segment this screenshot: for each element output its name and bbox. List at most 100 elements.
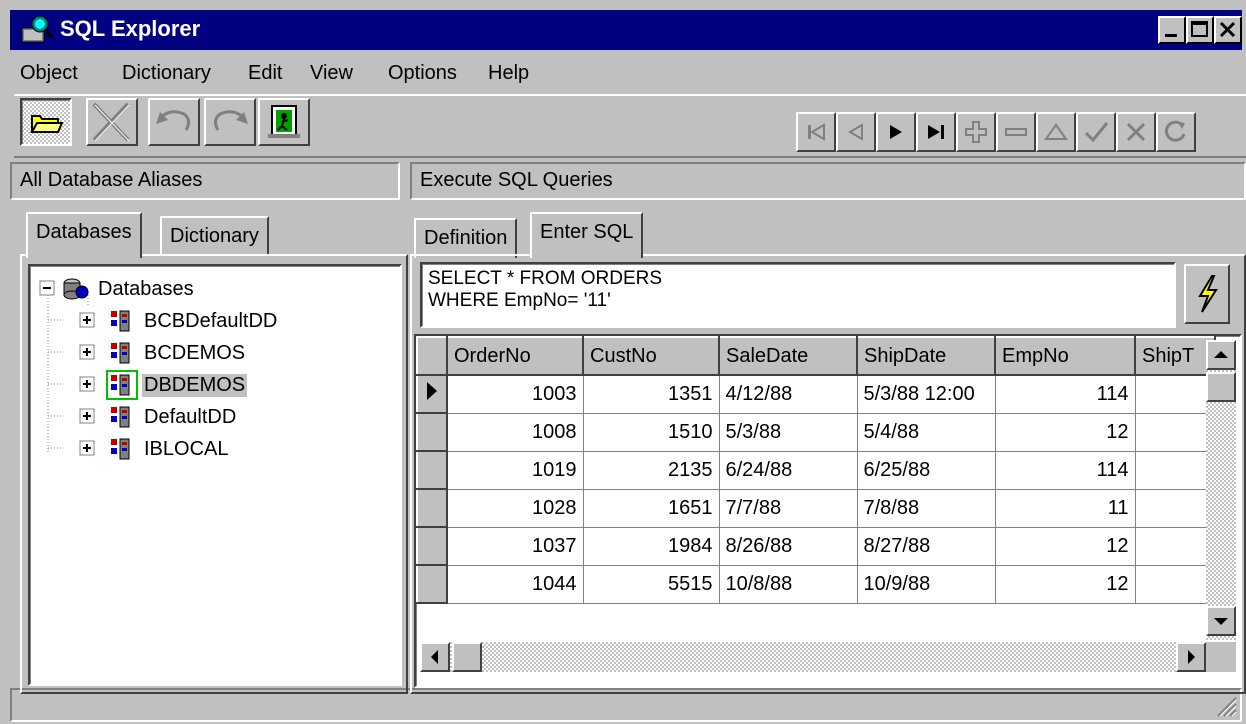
cell[interactable]: 1984	[583, 527, 720, 566]
cell[interactable]: 1037	[447, 527, 584, 566]
sql-editor[interactable]: SELECT * FROM ORDERS WHERE EmpNo= '11'	[420, 262, 1176, 328]
column-header[interactable]: CustNo	[582, 336, 720, 376]
cell[interactable]	[1135, 451, 1216, 490]
cell[interactable]: 1044	[447, 565, 584, 604]
nav-cancel-button[interactable]	[1116, 112, 1156, 152]
exit-button[interactable]	[258, 98, 310, 146]
row-indicator[interactable]	[416, 564, 448, 604]
table-row[interactable]: 1037 1984 8/26/88 8/27/88 12	[416, 526, 1216, 566]
cell[interactable]	[1135, 527, 1216, 566]
table-row[interactable]: 1044 5515 10/8/88 10/9/88 12	[416, 564, 1216, 604]
cell[interactable]: 6/24/88	[719, 451, 858, 490]
expand-plus-icon[interactable]	[78, 439, 98, 459]
tree-item[interactable]: BCBDefaultDD	[78, 306, 279, 336]
cell[interactable]: 5/4/88	[857, 413, 996, 452]
scroll-down-button[interactable]	[1206, 606, 1236, 636]
table-row[interactable]: 1003 1351 4/12/88 5/3/88 12:00 114	[416, 374, 1216, 414]
sql-explorer-app-icon[interactable]	[20, 14, 54, 46]
cell[interactable]	[1135, 565, 1216, 604]
row-indicator[interactable]	[416, 374, 448, 414]
cell[interactable]: 5/3/88	[719, 413, 858, 452]
table-row[interactable]: 1008 1510 5/3/88 5/4/88 12	[416, 412, 1216, 452]
menu-edit[interactable]: Edit	[248, 62, 282, 85]
cell[interactable]: 10/8/88	[719, 565, 858, 604]
nav-first-button[interactable]	[796, 112, 836, 152]
cell[interactable]: 11	[995, 489, 1136, 528]
table-row[interactable]: 1028 1651 7/7/88 7/8/88 11	[416, 488, 1216, 528]
results-grid[interactable]: OrderNo CustNo SaleDate ShipDate EmpNo S…	[414, 334, 1242, 688]
column-header[interactable]: EmpNo	[994, 336, 1136, 376]
cell[interactable]: 12	[995, 413, 1136, 452]
cell[interactable]: 5515	[583, 565, 720, 604]
cell[interactable]: 1003	[447, 375, 584, 414]
expand-plus-icon[interactable]	[78, 407, 98, 427]
cell[interactable]	[1135, 489, 1216, 528]
tab-dictionary[interactable]: Dictionary	[160, 216, 269, 256]
cell[interactable]: 7/7/88	[719, 489, 858, 528]
menu-options[interactable]: Options	[388, 62, 457, 85]
nav-refresh-button[interactable]	[1156, 112, 1196, 152]
tree-item-selected[interactable]: DBDEMOS	[78, 370, 248, 400]
expand-plus-icon[interactable]	[78, 343, 98, 363]
execute-query-button[interactable]	[1184, 264, 1230, 324]
menu-help[interactable]: Help	[488, 62, 529, 85]
column-header[interactable]: OrderNo	[446, 336, 584, 376]
horizontal-scroll-thumb[interactable]	[452, 642, 482, 672]
tree-item[interactable]: BCDEMOS	[78, 338, 247, 368]
tree-item[interactable]: DefaultDD	[78, 402, 238, 432]
expand-plus-icon[interactable]	[78, 311, 98, 331]
column-header[interactable]: ShipDate	[856, 336, 996, 376]
cell[interactable]: 114	[995, 451, 1136, 490]
cell[interactable]: 12	[995, 527, 1136, 566]
maximize-button[interactable]	[1186, 16, 1214, 44]
cell[interactable]	[1135, 413, 1216, 452]
open-button[interactable]	[20, 98, 72, 146]
cell[interactable]: 1008	[447, 413, 584, 452]
size-grip-icon[interactable]	[1212, 692, 1238, 718]
scroll-up-button[interactable]	[1206, 340, 1236, 370]
close-button[interactable]	[1214, 16, 1242, 44]
tree-root-row[interactable]: Databases	[38, 274, 196, 304]
cell[interactable]: 7/8/88	[857, 489, 996, 528]
menu-object[interactable]: Object	[20, 62, 78, 85]
row-indicator[interactable]	[416, 412, 448, 452]
tab-definition[interactable]: Definition	[414, 218, 518, 258]
database-tree[interactable]: Databases BCBDefaultDD BCDEMOS DBDEMOS D…	[28, 264, 402, 686]
cell[interactable]: 4/12/88	[719, 375, 858, 414]
cell[interactable]: 6/25/88	[857, 451, 996, 490]
row-indicator[interactable]	[416, 526, 448, 566]
tab-databases[interactable]: Databases	[26, 212, 142, 258]
redo-button[interactable]	[204, 98, 256, 146]
minimize-button[interactable]	[1158, 16, 1186, 44]
nav-prior-button[interactable]	[836, 112, 876, 152]
column-header[interactable]: ShipT	[1134, 336, 1216, 376]
tab-enter-sql[interactable]: Enter SQL	[530, 212, 644, 258]
menu-dictionary[interactable]: Dictionary	[122, 62, 211, 85]
scroll-left-button[interactable]	[420, 642, 450, 672]
nav-next-button[interactable]	[876, 112, 916, 152]
cell[interactable]: 1351	[583, 375, 720, 414]
row-indicator[interactable]	[416, 450, 448, 490]
cell[interactable]: 1019	[447, 451, 584, 490]
cell[interactable]: 10/9/88	[857, 565, 996, 604]
nav-post-button[interactable]	[1076, 112, 1116, 152]
cell[interactable]	[1135, 375, 1216, 414]
cell[interactable]: 1510	[583, 413, 720, 452]
menu-view[interactable]: View	[310, 62, 353, 85]
vertical-scroll-thumb[interactable]	[1206, 372, 1236, 402]
undo-button[interactable]	[148, 98, 200, 146]
collapse-minus-icon[interactable]	[38, 279, 58, 299]
cell[interactable]: 8/27/88	[857, 527, 996, 566]
table-row[interactable]: 1019 2135 6/24/88 6/25/88 114	[416, 450, 1216, 490]
nav-last-button[interactable]	[916, 112, 956, 152]
scroll-right-button[interactable]	[1176, 642, 1206, 672]
cell[interactable]: 12	[995, 565, 1136, 604]
nav-edit-button[interactable]	[1036, 112, 1076, 152]
cell[interactable]: 114	[995, 375, 1136, 414]
nav-insert-button[interactable]	[956, 112, 996, 152]
column-header[interactable]: SaleDate	[718, 336, 858, 376]
delete-button[interactable]	[86, 98, 138, 146]
tree-item[interactable]: IBLOCAL	[78, 434, 230, 464]
cell[interactable]: 5/3/88 12:00	[857, 375, 996, 414]
cell[interactable]: 2135	[583, 451, 720, 490]
